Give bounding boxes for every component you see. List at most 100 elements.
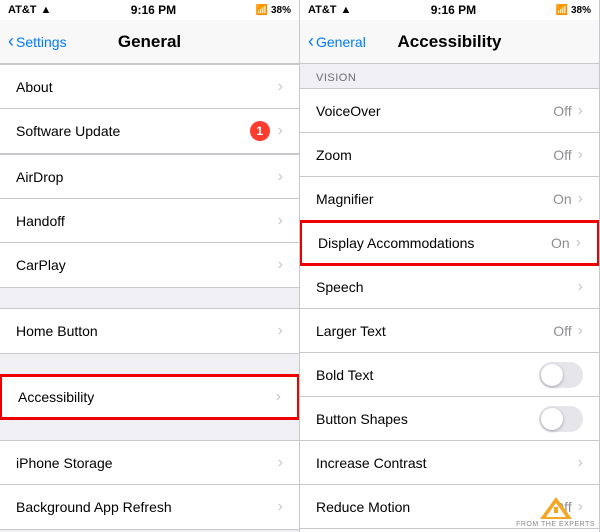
- group-home-button: Home Button ›: [0, 308, 299, 354]
- label-handoff: Handoff: [16, 213, 278, 229]
- battery-right: 38%: [571, 5, 591, 16]
- nav-title-right: Accessibility: [398, 32, 502, 52]
- row-speech[interactable]: Speech ›: [300, 265, 599, 309]
- row-software-update[interactable]: Software Update 1 ›: [0, 109, 299, 153]
- right-panel: AT&T ▲ 9:16 PM 📶 38% ‹ General Accessibi…: [300, 0, 600, 532]
- chevron-zoom: ›: [578, 146, 583, 164]
- value-display-accommodations: On: [551, 235, 570, 251]
- status-bar-left: AT&T ▲ 9:16 PM 📶 38%: [0, 0, 299, 20]
- row-increase-contrast[interactable]: Increase Contrast ›: [300, 441, 599, 485]
- row-voiceover[interactable]: VoiceOver Off ›: [300, 89, 599, 133]
- label-software-update: Software Update: [16, 123, 250, 139]
- row-carplay[interactable]: CarPlay ›: [0, 243, 299, 287]
- chevron-background-app-refresh: ›: [278, 498, 283, 516]
- nav-bar-right: ‹ General Accessibility: [300, 20, 599, 64]
- chevron-airdrop: ›: [278, 168, 283, 186]
- label-speech: Speech: [316, 279, 578, 295]
- wifi-icon-right: ▲: [341, 4, 352, 16]
- label-background-app-refresh: Background App Refresh: [16, 499, 278, 515]
- carrier-right: AT&T: [308, 4, 337, 16]
- back-chevron-left: ‹: [8, 32, 14, 50]
- row-accessibility[interactable]: Accessibility ›: [0, 375, 299, 419]
- row-airdrop[interactable]: AirDrop ›: [0, 155, 299, 199]
- label-button-shapes: Button Shapes: [316, 411, 539, 427]
- carrier-left: AT&T: [8, 4, 37, 16]
- row-button-shapes[interactable]: Button Shapes: [300, 397, 599, 441]
- value-magnifier: On: [553, 191, 572, 207]
- status-left: AT&T ▲: [8, 4, 51, 16]
- row-home-button[interactable]: Home Button ›: [0, 309, 299, 353]
- chevron-voiceover: ›: [578, 102, 583, 120]
- left-panel: AT&T ▲ 9:16 PM 📶 38% ‹ Settings General …: [0, 0, 300, 532]
- bluetooth-icon-left: 📶: [256, 5, 268, 16]
- badge-software-update: 1: [250, 121, 270, 141]
- chevron-accessibility: ›: [276, 388, 281, 406]
- appuals-watermark: FROM THE EXPERTS: [516, 495, 595, 528]
- row-display-accommodations[interactable]: Display Accommodations On ›: [300, 221, 599, 265]
- row-background-app-refresh[interactable]: Background App Refresh ›: [0, 485, 299, 529]
- row-iphone-storage[interactable]: iPhone Storage ›: [0, 441, 299, 485]
- row-bold-text[interactable]: Bold Text: [300, 353, 599, 397]
- back-chevron-right: ‹: [308, 32, 314, 50]
- label-voiceover: VoiceOver: [316, 103, 553, 119]
- group-accessibility: Accessibility ›: [0, 374, 299, 420]
- toggle-button-shapes[interactable]: [539, 406, 583, 432]
- wifi-icon-left: ▲: [41, 4, 52, 16]
- value-voiceover: Off: [553, 103, 571, 119]
- battery-left: 38%: [271, 5, 291, 16]
- chevron-increase-contrast: ›: [578, 454, 583, 472]
- label-iphone-storage: iPhone Storage: [16, 455, 278, 471]
- chevron-speech: ›: [578, 278, 583, 296]
- status-left-right: AT&T ▲: [308, 4, 351, 16]
- chevron-larger-text: ›: [578, 322, 583, 340]
- appuals-logo: [538, 495, 574, 521]
- chevron-iphone-storage: ›: [278, 454, 283, 472]
- nav-bar-left: ‹ Settings General: [0, 20, 299, 64]
- back-button-right[interactable]: ‹ General: [308, 33, 366, 50]
- row-magnifier[interactable]: Magnifier On ›: [300, 177, 599, 221]
- status-right-right: 📶 38%: [556, 5, 591, 16]
- label-magnifier: Magnifier: [316, 191, 553, 207]
- label-carplay: CarPlay: [16, 257, 278, 273]
- row-handoff[interactable]: Handoff ›: [0, 199, 299, 243]
- label-accessibility: Accessibility: [18, 389, 276, 405]
- label-zoom: Zoom: [316, 147, 553, 163]
- row-zoom[interactable]: Zoom Off ›: [300, 133, 599, 177]
- time-right: 9:16 PM: [431, 3, 476, 17]
- group-about: About › Software Update 1 ›: [0, 64, 299, 154]
- label-airdrop: AirDrop: [16, 169, 278, 185]
- label-bold-text: Bold Text: [316, 367, 539, 383]
- chevron-home-button: ›: [278, 322, 283, 340]
- appuals-text: FROM THE EXPERTS: [516, 521, 595, 528]
- chevron-handoff: ›: [278, 212, 283, 230]
- nav-title-left: General: [118, 32, 181, 52]
- status-right-left: 📶 38%: [256, 5, 291, 16]
- label-display-accommodations: Display Accommodations: [318, 235, 551, 251]
- chevron-software-update: ›: [278, 122, 283, 140]
- back-button-left[interactable]: ‹ Settings: [8, 33, 67, 50]
- vision-section-header: VISION: [300, 64, 599, 88]
- chevron-magnifier: ›: [578, 190, 583, 208]
- row-about[interactable]: About ›: [0, 65, 299, 109]
- chevron-display-accommodations: ›: [576, 234, 581, 252]
- label-home-button: Home Button: [16, 323, 278, 339]
- chevron-about: ›: [278, 78, 283, 96]
- group-airdrop: AirDrop › Handoff › CarPlay ›: [0, 154, 299, 288]
- toggle-bold-text[interactable]: [539, 362, 583, 388]
- group-vision: VoiceOver Off › Zoom Off › Magnifier On …: [300, 88, 599, 532]
- bluetooth-icon-right: 📶: [556, 5, 568, 16]
- back-label-right: General: [316, 34, 366, 50]
- group-storage: iPhone Storage › Background App Refresh …: [0, 440, 299, 530]
- label-about: About: [16, 79, 278, 95]
- label-increase-contrast: Increase Contrast: [316, 455, 578, 471]
- settings-list-left: About › Software Update 1 › AirDrop › Ha…: [0, 64, 299, 532]
- settings-list-right: VISION VoiceOver Off › Zoom Off › Magnif…: [300, 64, 599, 532]
- status-bar-right: AT&T ▲ 9:16 PM 📶 38%: [300, 0, 599, 20]
- value-larger-text: Off: [553, 323, 571, 339]
- row-larger-text[interactable]: Larger Text Off ›: [300, 309, 599, 353]
- value-zoom: Off: [553, 147, 571, 163]
- back-label-left: Settings: [16, 34, 67, 50]
- time-left: 9:16 PM: [131, 3, 176, 17]
- label-larger-text: Larger Text: [316, 323, 553, 339]
- chevron-carplay: ›: [278, 256, 283, 274]
